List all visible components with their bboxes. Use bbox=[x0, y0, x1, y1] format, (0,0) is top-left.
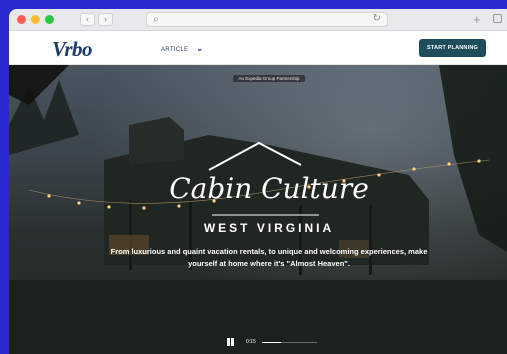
search-icon: ⌕ bbox=[153, 14, 159, 25]
video-progress-bar[interactable] bbox=[262, 342, 317, 343]
start-planning-button[interactable]: START PLANNING bbox=[419, 39, 486, 57]
reload-icon[interactable]: ↻ bbox=[373, 13, 381, 24]
scroll-down-chevron-icon[interactable]: ⌄ bbox=[59, 349, 69, 354]
cabin-scene-image bbox=[9, 65, 507, 354]
vrbo-logo[interactable]: Vrbo bbox=[52, 37, 93, 62]
article-nav-label: ARTICLE bbox=[161, 47, 189, 53]
article-nav-dropdown[interactable]: ARTICLE ⌄ bbox=[161, 44, 203, 53]
address-bar[interactable]: ⌕ ↻ bbox=[146, 12, 388, 27]
tabs-overview-icon[interactable] bbox=[493, 14, 502, 23]
close-window-button[interactable] bbox=[17, 15, 26, 24]
hero-title: Cabin Culture bbox=[169, 172, 369, 205]
new-tab-icon[interactable]: + bbox=[473, 12, 481, 27]
video-progress-fill bbox=[262, 342, 282, 343]
partnership-badge: An Expedia Group Partnership bbox=[9, 67, 507, 85]
hero-tagline: From luxurious and quaint vacation renta… bbox=[110, 247, 428, 268]
partnership-label: An Expedia Group Partnership bbox=[233, 75, 305, 82]
minimize-window-button[interactable] bbox=[31, 15, 40, 24]
hero-subtitle: WEST VIRGINIA bbox=[203, 221, 335, 235]
browser-toolbar: ‹ › ⌕ ↻ + bbox=[9, 9, 507, 31]
browser-window: ‹ › ⌕ ↻ + Vrbo ARTICLE ⌄ START PLANNING bbox=[9, 9, 507, 354]
back-button[interactable]: ‹ bbox=[80, 13, 95, 26]
video-time: 0:15 bbox=[246, 339, 256, 345]
site-header: Vrbo ARTICLE ⌄ START PLANNING bbox=[9, 31, 507, 65]
maximize-window-button[interactable] bbox=[45, 15, 54, 24]
hero-video[interactable]: An Expedia Group Partnership Cabin Cultu… bbox=[9, 65, 507, 354]
forward-button[interactable]: › bbox=[98, 13, 113, 26]
pause-icon[interactable] bbox=[226, 338, 234, 347]
chevron-down-icon: ⌄ bbox=[196, 44, 204, 53]
